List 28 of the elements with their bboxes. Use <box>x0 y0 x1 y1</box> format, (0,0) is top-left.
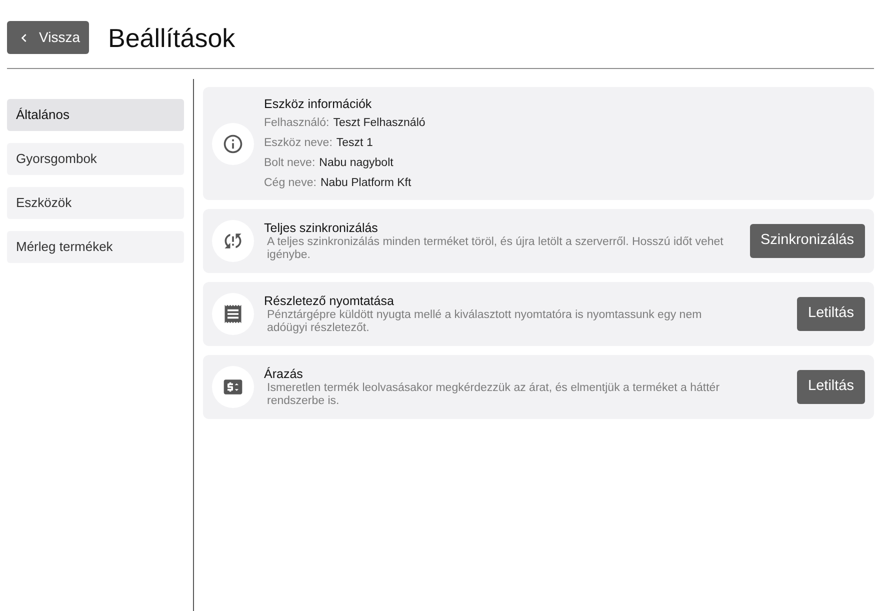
setting-title: Árazás <box>264 366 304 382</box>
setting-description: A teljes szinkronizálás minden terméket töröl, és újra letölt a szerverről. Hosszú időt vehet igénybe. <box>266 236 724 262</box>
sync-warning-icon <box>212 220 254 262</box>
setting-button[interactable]: Letiltás <box>797 297 865 331</box>
sidebar-item[interactable]: Eszközök <box>7 187 184 219</box>
field-value: Nabu Platform Kft <box>320 176 412 191</box>
field-label: Felhasználó: <box>264 116 330 131</box>
setting-title: Részletező nyomtatása <box>264 292 395 308</box>
field-label: Bolt neve: <box>264 156 316 171</box>
field-value: Teszt 1 <box>336 136 373 151</box>
receipt-icon <box>212 293 254 335</box>
page-title: Beállítások <box>108 22 236 54</box>
setting-title: Teljes szinkronizálás <box>264 220 379 236</box>
back-button[interactable]: Vissza <box>7 21 89 54</box>
dollar-icon <box>212 366 254 408</box>
setting-description: Ismeretlen termék leolvasásakor megkérdezzük az árat, és elmentjük a terméket a háttér rendszerbe is. <box>266 382 721 408</box>
field-label: Eszköz neve: <box>264 136 332 151</box>
sidebar-item[interactable]: Gyorsgombok <box>7 143 184 175</box>
info-title: Eszköz információk <box>264 96 373 113</box>
field-label: Cég neve: <box>264 176 316 191</box>
field-value: Teszt Felhasználó <box>333 116 426 131</box>
field-value: Nabu nagybolt <box>319 156 394 171</box>
info-icon <box>212 123 254 165</box>
setting-button[interactable]: Szinkronizálás <box>750 224 865 258</box>
sidebar-item[interactable]: Általános <box>7 99 184 131</box>
setting-button[interactable]: Letiltás <box>797 370 865 404</box>
setting-description: Pénztárgépre küldött nyugta mellé a kiválasztott nyomtatóra is nyomtassunk egy nem adóügyi részletezőt. <box>266 308 703 336</box>
sidebar-item[interactable]: Mérleg termékek <box>7 231 184 263</box>
